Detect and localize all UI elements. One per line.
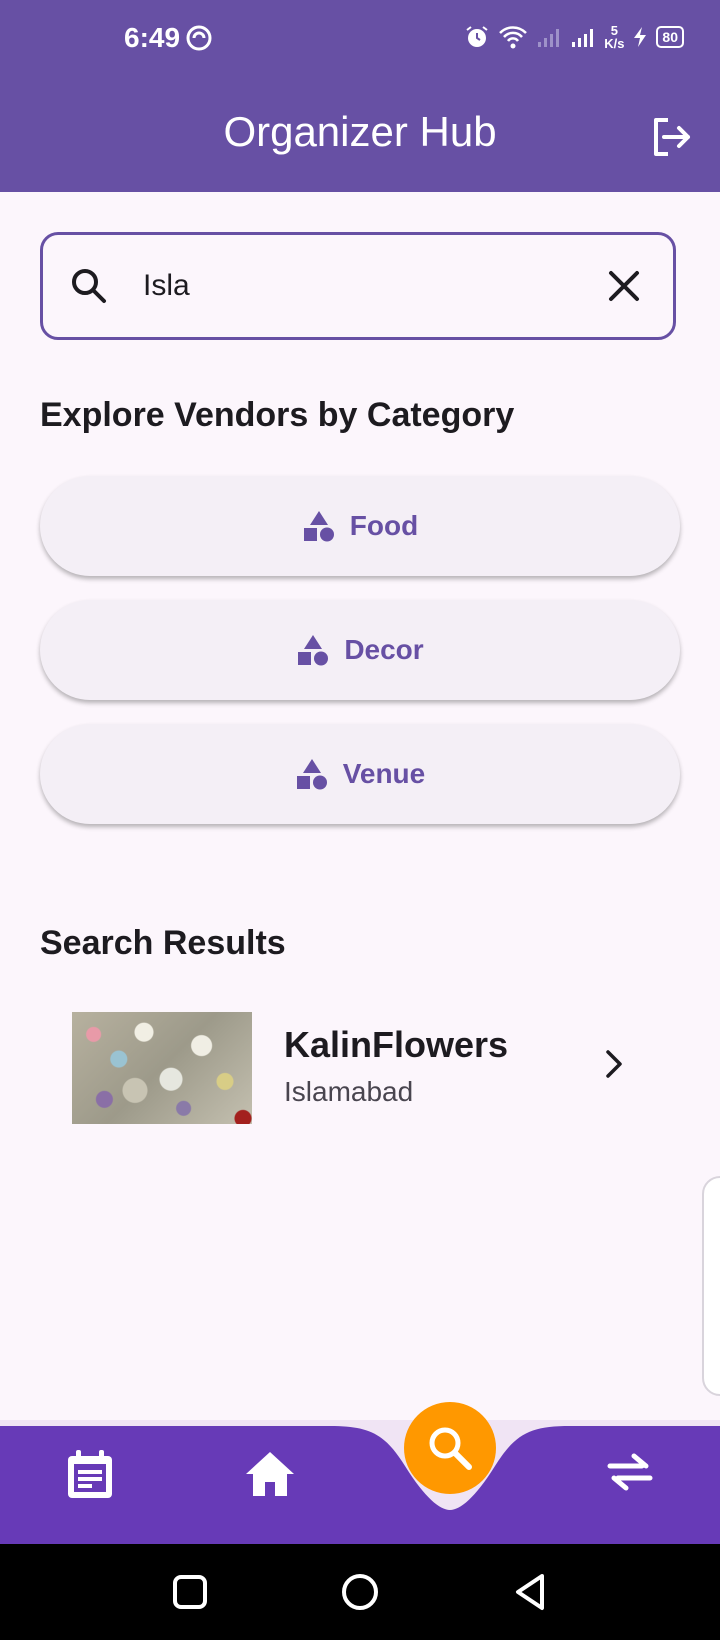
search-field[interactable]: [40, 232, 676, 340]
calendar-icon[interactable]: [62, 1446, 118, 1502]
category-label: Venue: [342, 758, 426, 789]
vendor-city: Islamabad: [284, 1076, 414, 1107]
vendor-thumbnail: [72, 1012, 252, 1124]
vendor-name: KalinFlowers: [284, 1024, 509, 1065]
recents-icon[interactable]: [164, 1566, 216, 1618]
system-nav-bar: [0, 1544, 720, 1640]
charging-icon: [634, 27, 647, 47]
results-heading: Search Results: [40, 924, 286, 962]
network-speed: 5 K/s: [604, 23, 625, 51]
status-time: 6:49: [124, 22, 212, 54]
category-icon: [303, 511, 334, 542]
page-title: Organizer Hub: [223, 108, 497, 155]
back-icon[interactable]: [504, 1566, 556, 1618]
vpn-icon: [186, 25, 212, 51]
category-label: Food: [349, 510, 419, 541]
signal-icon: [572, 29, 594, 47]
logout-icon[interactable]: [648, 114, 694, 160]
category-button-venue[interactable]: Venue: [40, 724, 680, 824]
edge-panel-handle[interactable]: [702, 1176, 720, 1396]
search-input[interactable]: [141, 255, 605, 317]
category-icon: [296, 759, 327, 790]
alarm-icon: [466, 26, 488, 47]
search-icon: [72, 269, 106, 303]
vendor-result-row[interactable]: KalinFlowers Islamabad: [40, 1000, 680, 1130]
clear-icon[interactable]: [605, 267, 643, 305]
battery-level: 80: [656, 26, 684, 48]
search-icon: [429, 1427, 472, 1470]
app-bar: 6:49 5 K/s 80 Organizer Hub: [0, 0, 720, 192]
bottom-nav: [0, 1420, 720, 1544]
category-button-food[interactable]: Food: [40, 476, 680, 576]
signal-weak-icon: [538, 29, 560, 47]
swap-icon[interactable]: [602, 1444, 658, 1500]
category-label: Decor: [344, 634, 424, 665]
category-icon: [298, 635, 329, 666]
search-fab[interactable]: [404, 1402, 496, 1494]
categories-heading: Explore Vendors by Category: [40, 396, 515, 434]
category-button-decor[interactable]: Decor: [40, 600, 680, 700]
home-circle-icon[interactable]: [334, 1566, 386, 1618]
home-icon[interactable]: [242, 1446, 298, 1502]
chevron-right-icon: [606, 1050, 622, 1078]
status-icons: 5 K/s 80: [464, 24, 684, 50]
wifi-icon: [499, 26, 528, 49]
